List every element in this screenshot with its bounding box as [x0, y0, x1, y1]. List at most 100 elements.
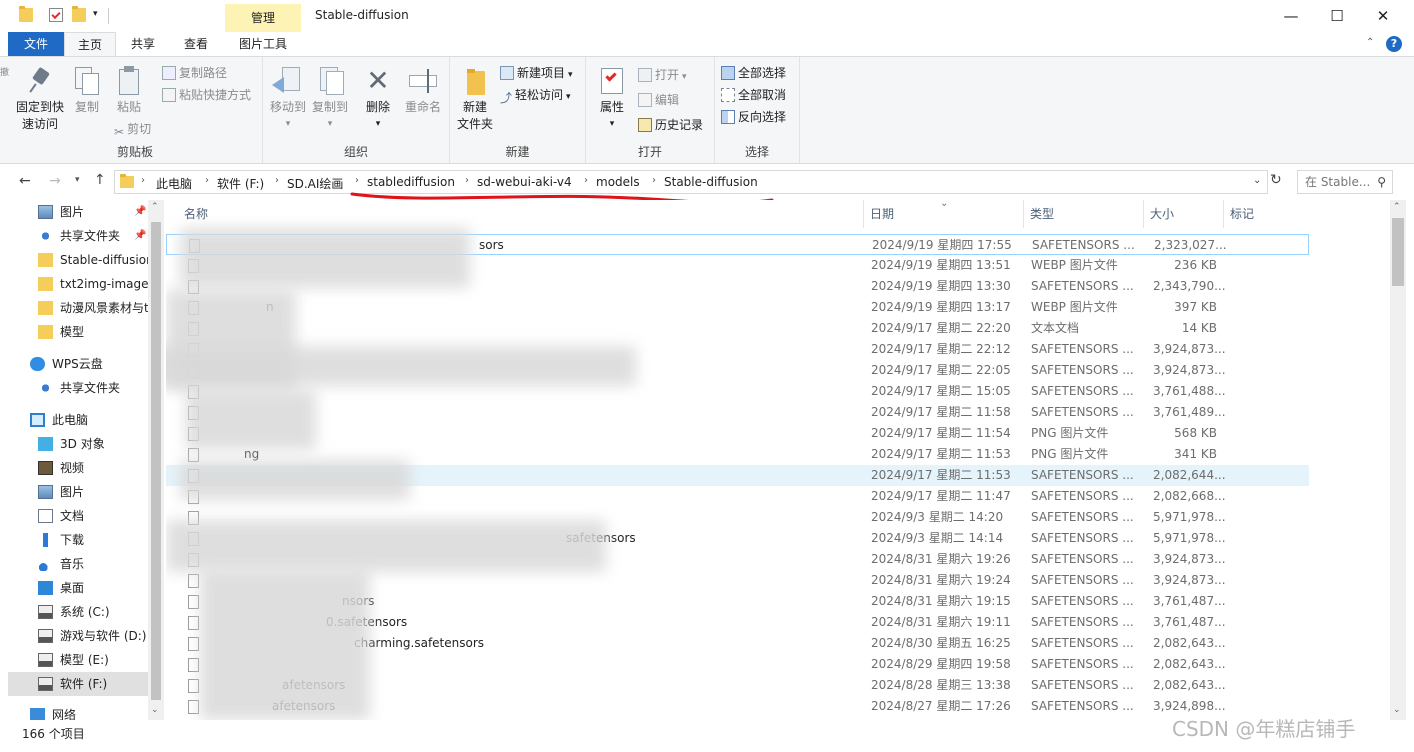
file-size: 2,082,643...	[1153, 678, 1226, 692]
breadcrumb-this-pc[interactable]: 此电脑	[156, 175, 192, 192]
breadcrumb-separator-icon[interactable]: ›	[584, 175, 588, 186]
sidebar-item-20[interactable]: 网络	[8, 703, 154, 720]
forward-icon[interactable]: →	[49, 173, 61, 189]
sidebar-item-7[interactable]: 共享文件夹	[8, 376, 154, 400]
invert-selection-button[interactable]: 反向选择	[721, 107, 786, 127]
scroll-up-icon[interactable]: ⌃	[1393, 202, 1401, 212]
sidebar-item-6[interactable]: WPS云盘	[8, 352, 154, 376]
sidebar-item-0[interactable]: 图片 📌	[8, 200, 154, 224]
breadcrumb-separator-icon[interactable]: ›	[355, 175, 359, 186]
sidebar-item-9[interactable]: 3D 对象	[8, 432, 154, 456]
pin-icon	[24, 65, 56, 97]
new-folder-quick-icon[interactable]	[72, 6, 86, 22]
edit-button[interactable]: 编辑	[638, 90, 679, 110]
copy-to-button[interactable]: 复制到 ▾	[309, 65, 351, 133]
recent-locations-icon[interactable]: ▾	[75, 175, 80, 185]
nav-scrollbar[interactable]: ⌃ ⌄	[148, 200, 164, 720]
breadcrumb-drive-f[interactable]: 软件 (F:)	[217, 175, 264, 192]
file-type: WEBP 图片文件	[1031, 258, 1118, 272]
customize-quick-access-icon[interactable]: ▾	[93, 9, 98, 19]
column-header-type[interactable]: 类型	[1024, 200, 1144, 228]
select-all-button[interactable]: 全部选择	[721, 63, 786, 83]
file-row[interactable]: 2024/9/17 星期二 22:20 文本文档 14 KB	[166, 318, 1309, 339]
file-scroll-thumb[interactable]	[1392, 218, 1404, 286]
easy-access-button[interactable]: ⤴ 轻松访问 ▾	[500, 85, 571, 105]
sidebar-item-11[interactable]: 图片	[8, 480, 154, 504]
sidebar-item-8[interactable]: 此电脑	[8, 408, 154, 432]
sidebar-item-18[interactable]: 模型 (E:)	[8, 648, 154, 672]
file-row[interactable]: 2024/9/17 星期二 11:58 SAFETENSORS ... 3,761,…	[166, 402, 1309, 423]
sidebar-item-17[interactable]: 游戏与软件 (D:)	[8, 624, 154, 648]
sidebar-item-2[interactable]: Stable-diffusion	[8, 248, 154, 272]
column-header-name[interactable]: 名称	[178, 200, 864, 228]
breadcrumb-separator-icon[interactable]: ›	[275, 175, 279, 186]
new-folder-button[interactable]: 新建 文件夹	[454, 65, 496, 133]
column-header-tags[interactable]: 标记	[1224, 200, 1312, 228]
address-row: ← → ▾ ↑ › 此电脑 › 软件 (F:) › SD.AI绘画 › stab…	[0, 168, 1414, 204]
move-to-button[interactable]: 移动到 ▾	[267, 65, 309, 133]
cut-button[interactable]: ✂ 剪切	[114, 119, 151, 139]
tab-share[interactable]: 共享	[118, 32, 168, 56]
breadcrumb-separator-icon[interactable]: ›	[652, 175, 656, 186]
sidebar-item-10[interactable]: 视频	[8, 456, 154, 480]
rename-button[interactable]: 重命名	[401, 65, 445, 116]
file-row[interactable]: 2024/9/17 星期二 11:54 PNG 图片文件 568 KB	[166, 423, 1309, 444]
back-icon[interactable]: ←	[19, 173, 31, 189]
scroll-down-icon[interactable]: ⌄	[151, 705, 159, 715]
pictures-icon	[38, 485, 53, 499]
new-item-button[interactable]: 新建项目 ▾	[500, 63, 573, 83]
search-input[interactable]: 在 Stable... ⚲	[1297, 170, 1393, 194]
sidebar-item-13[interactable]: 下载	[8, 528, 154, 552]
paste-shortcut-button[interactable]: 粘贴快捷方式	[162, 85, 251, 105]
sidebar-item-15[interactable]: 桌面	[8, 576, 154, 600]
up-icon[interactable]: ↑	[94, 172, 106, 188]
delete-button[interactable]: ✕ 删除 ▾	[361, 65, 395, 133]
pin-to-quick-access-button[interactable]: 固定到快 速访问	[12, 65, 68, 133]
tab-view[interactable]: 查看	[171, 32, 221, 56]
paste-label: 粘贴	[116, 100, 141, 114]
file-row[interactable]: n2024/9/19 星期四 13:17WEBP 图片文件397 KB	[166, 297, 1309, 318]
sidebar-item-5[interactable]: 模型	[8, 320, 154, 344]
tab-picture-tools[interactable]: 图片工具	[225, 32, 301, 56]
context-tab-manage[interactable]: 管理	[225, 4, 301, 32]
breadcrumb-separator-icon[interactable]: ›	[141, 175, 145, 186]
paste-button[interactable]: 粘贴	[112, 65, 146, 116]
copy-button[interactable]: 复制	[70, 65, 104, 116]
copy-path-label: 复制路径	[179, 66, 228, 80]
maximize-button[interactable]: ☐	[1314, 0, 1360, 32]
sidebar-item-3[interactable]: txt2img-images	[8, 272, 154, 296]
column-header-size[interactable]: 大小	[1144, 200, 1224, 228]
pinned-icon[interactable]: 📌	[134, 200, 146, 224]
group-label-select: 选择	[744, 145, 769, 159]
file-size: 2,082,644...	[1153, 468, 1226, 482]
sidebar-item-16[interactable]: 系统 (C:)	[8, 600, 154, 624]
minimize-button[interactable]: —	[1268, 0, 1314, 32]
breadcrumb-sd-ai[interactable]: SD.AI绘画	[287, 175, 343, 192]
sidebar-item-14[interactable]: 音乐	[8, 552, 154, 576]
breadcrumb-separator-icon[interactable]: ›	[465, 175, 469, 186]
sidebar-item-1[interactable]: 共享文件夹 📌	[8, 224, 154, 248]
select-none-button[interactable]: 全部取消	[721, 85, 786, 105]
tab-home[interactable]: 主页	[64, 32, 116, 56]
sidebar-item-4[interactable]: 动漫风景素材与t	[8, 296, 154, 320]
properties-quick-icon[interactable]	[49, 8, 63, 22]
copy-path-button[interactable]: 复制路径	[162, 63, 227, 83]
file-list-scrollbar[interactable]: ⌃ ⌄	[1390, 200, 1406, 720]
properties-button[interactable]: 属性 ▾	[592, 65, 632, 133]
pinned-icon[interactable]: 📌	[134, 224, 146, 248]
tab-file[interactable]: 文件	[8, 32, 64, 56]
address-dropdown-icon[interactable]: ⌄	[1253, 175, 1261, 186]
history-button[interactable]: 历史记录	[638, 115, 703, 135]
open-button[interactable]: 打开 ▾	[638, 65, 687, 85]
column-header-date[interactable]: 日期	[864, 200, 1024, 228]
scroll-up-icon[interactable]: ⌃	[151, 202, 159, 212]
refresh-icon[interactable]: ↻	[1270, 172, 1282, 188]
collapse-ribbon-icon[interactable]: ⌃	[1366, 37, 1374, 48]
scroll-down-icon[interactable]: ⌄	[1393, 705, 1401, 715]
breadcrumb-separator-icon[interactable]: ›	[205, 175, 209, 186]
close-button[interactable]: ✕	[1360, 0, 1406, 32]
sidebar-item-19[interactable]: 软件 (F:)	[8, 672, 154, 696]
help-icon[interactable]: ?	[1386, 36, 1402, 52]
nav-scroll-thumb[interactable]	[151, 222, 161, 700]
sidebar-item-12[interactable]: 文档	[8, 504, 154, 528]
